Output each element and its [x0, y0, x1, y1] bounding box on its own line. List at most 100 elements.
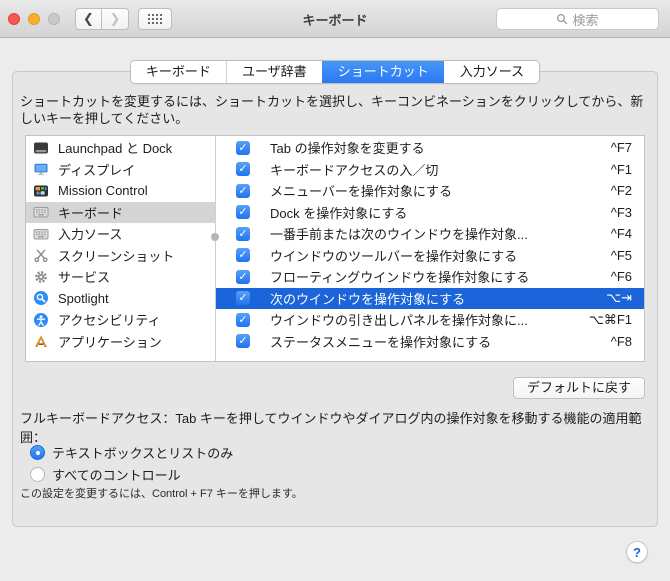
tab-3[interactable]: 入力ソース: [443, 61, 540, 83]
radio-label: テキストボックスとリストのみ: [52, 446, 234, 461]
shortcut-list: ✓ Tab の操作対象を変更する ^F7 ✓ キーボードアクセスの入／切 ^F1 ✓ メニュー…: [216, 136, 644, 361]
shortcut-key-combo[interactable]: ^F1: [611, 162, 632, 177]
checkbox-checked-icon[interactable]: ✓: [236, 291, 250, 306]
checkbox-checked-icon[interactable]: ✓: [236, 183, 250, 198]
shortcut-key-combo[interactable]: ^F2: [611, 183, 632, 198]
launchpad-dock-icon: [33, 140, 49, 156]
checkbox-checked-icon[interactable]: ✓: [236, 205, 250, 220]
shortcut-label: ウインドウの引き出しパネルを操作対象に...: [270, 313, 528, 329]
sidebar-item-label: サービス: [58, 270, 111, 286]
sidebar-item-label: キーボード: [58, 205, 124, 221]
shortcut-label: フローティングウインドウを操作対象にする: [270, 270, 530, 286]
shortcut-label: 次のウインドウを操作対象にする: [270, 291, 466, 307]
applications-icon: [33, 333, 49, 349]
radio-label: すべてのコントロール: [52, 468, 181, 483]
restore-defaults-button[interactable]: デフォルトに戻す: [512, 377, 645, 399]
keyboard-icon: [33, 204, 49, 220]
shortcut-row[interactable]: ✓ キーボードアクセスの入／切 ^F1: [216, 159, 644, 181]
radio-option-text-boxes[interactable]: テキストボックスとリストのみ: [30, 443, 233, 462]
radio-unselected-icon[interactable]: [30, 467, 45, 482]
accessibility-icon: [33, 312, 49, 328]
sidebar-item-spotlight[interactable]: Spotlight: [26, 288, 215, 310]
shortcut-key-combo[interactable]: ^F4: [611, 226, 632, 241]
shortcut-key-combo[interactable]: ^F7: [611, 140, 632, 155]
shortcut-key-combo[interactable]: ^F5: [611, 248, 632, 263]
sidebar-item-label: アプリケーション: [58, 334, 162, 350]
input-source-icon: [33, 226, 49, 242]
shortcut-label: Tab の操作対象を変更する: [270, 141, 425, 157]
shortcut-label: ウインドウのツールバーを操作対象にする: [270, 248, 518, 264]
mission-control-icon: [33, 183, 49, 199]
sidebar-item-label: ディスプレイ: [58, 162, 136, 178]
pane-splitter-handle[interactable]: [211, 233, 219, 241]
sidebar-item-applications[interactable]: アプリケーション: [26, 331, 215, 353]
checkbox-checked-icon[interactable]: ✓: [236, 162, 250, 177]
search-input[interactable]: 検索: [496, 8, 659, 30]
shortcut-row[interactable]: ✓ Dock を操作対象にする ^F3: [216, 202, 644, 224]
shortcut-row[interactable]: ✓ メニューバーを操作対象にする ^F2: [216, 180, 644, 202]
shortcut-key-combo[interactable]: ^F6: [611, 269, 632, 284]
checkbox-checked-icon[interactable]: ✓: [236, 226, 250, 241]
back-button[interactable]: ❮: [75, 8, 102, 30]
search-icon: [557, 13, 568, 25]
sidebar-item-label: Mission Control: [58, 183, 148, 199]
sidebar-item-accessibility[interactable]: アクセシビリティ: [26, 309, 215, 331]
title-bar: ❮ ❯ キーボード 検索: [0, 0, 670, 38]
minimize-button[interactable]: [28, 13, 40, 25]
sidebar-item-label: スクリーンショット: [58, 248, 175, 264]
sidebar-item-label: 入力ソース: [58, 227, 123, 243]
help-button[interactable]: ?: [626, 541, 648, 563]
checkbox-checked-icon[interactable]: ✓: [236, 334, 250, 349]
checkbox-checked-icon[interactable]: ✓: [236, 248, 250, 263]
category-list: Launchpad と Dock ディスプレイ Mission Control キーボ…: [26, 136, 216, 361]
sidebar-item-label: Launchpad と Dock: [58, 141, 173, 157]
radio-selected-icon[interactable]: [30, 445, 45, 460]
screenshot-icon: [33, 247, 49, 263]
sidebar-item-mission-control[interactable]: Mission Control: [26, 180, 215, 202]
shortcut-label: Dock を操作対象にする: [270, 205, 408, 221]
shortcut-label: 一番手前または次のウインドウを操作対象...: [270, 227, 528, 243]
services-icon: [33, 269, 49, 285]
tab-0[interactable]: キーボード: [130, 61, 226, 83]
shortcut-row[interactable]: ✓ ステータスメニューを操作対象にする ^F8: [216, 331, 644, 353]
shortcut-row[interactable]: ✓ フローティングウインドウを操作対象にする ^F6: [216, 266, 644, 288]
shortcut-key-combo[interactable]: ⌥⌘F1: [589, 312, 632, 328]
instruction-text: ショートカットを変更するには、ショートカットを選択し、キーコンビネーションをクリ…: [20, 94, 644, 126]
shortcut-key-combo[interactable]: ^F3: [611, 205, 632, 220]
close-button[interactable]: [8, 13, 20, 25]
checkbox-checked-icon[interactable]: ✓: [236, 140, 250, 155]
shortcut-row[interactable]: ✓ Tab の操作対象を変更する ^F7: [216, 137, 644, 159]
shortcut-label: メニューバーを操作対象にする: [270, 184, 453, 200]
sidebar-item-launchpad-dock[interactable]: Launchpad と Dock: [26, 137, 215, 159]
shortcut-row[interactable]: ✓ 次のウインドウを操作対象にする ⌥⇥: [216, 287, 644, 309]
shortcut-row[interactable]: ✓ ウインドウのツールバーを操作対象にする ^F5: [216, 245, 644, 267]
forward-button: ❯: [102, 8, 129, 30]
shortcut-key-combo[interactable]: ^F8: [611, 334, 632, 349]
sidebar-item-keyboard[interactable]: キーボード: [26, 201, 215, 223]
shortcut-key-combo[interactable]: ⌥⇥: [606, 290, 632, 306]
tab-2[interactable]: ショートカット: [321, 61, 444, 83]
search-placeholder: 検索: [572, 12, 599, 28]
tab-1[interactable]: ユーザ辞書: [225, 61, 322, 83]
grid-icon: [147, 13, 163, 25]
zoom-button: [48, 13, 60, 25]
show-all-button[interactable]: [138, 8, 172, 30]
nav-buttons: ❮ ❯: [75, 8, 129, 30]
checkbox-checked-icon[interactable]: ✓: [236, 312, 250, 327]
sidebar-item-input-source[interactable]: 入力ソース: [26, 223, 215, 245]
sidebar-item-label: アクセシビリティ: [58, 313, 161, 329]
sidebar-item-display[interactable]: ディスプレイ: [26, 159, 215, 181]
radio-option-all-controls[interactable]: すべてのコントロール: [30, 465, 181, 484]
sidebar-item-services[interactable]: サービス: [26, 266, 215, 288]
shortcut-label: キーボードアクセスの入／切: [270, 162, 439, 178]
window-title: キーボード: [302, 12, 368, 28]
shortcut-row[interactable]: ✓ ウインドウの引き出しパネルを操作対象に... ⌥⌘F1: [216, 309, 644, 331]
full-keyboard-access-label: フルキーボードアクセス：Tab キーを押してウインドウやダイアログ内の操作対象を…: [20, 411, 642, 445]
shortcuts-panel: Launchpad と Dock ディスプレイ Mission Control キーボ…: [25, 135, 645, 362]
shortcut-row[interactable]: ✓ 一番手前または次のウインドウを操作対象... ^F4: [216, 223, 644, 245]
checkbox-checked-icon[interactable]: ✓: [236, 269, 250, 284]
spotlight-icon: [33, 290, 49, 306]
display-icon: [33, 161, 49, 177]
shortcut-label: ステータスメニューを操作対象にする: [270, 334, 492, 350]
sidebar-item-screenshot[interactable]: スクリーンショット: [26, 245, 215, 267]
